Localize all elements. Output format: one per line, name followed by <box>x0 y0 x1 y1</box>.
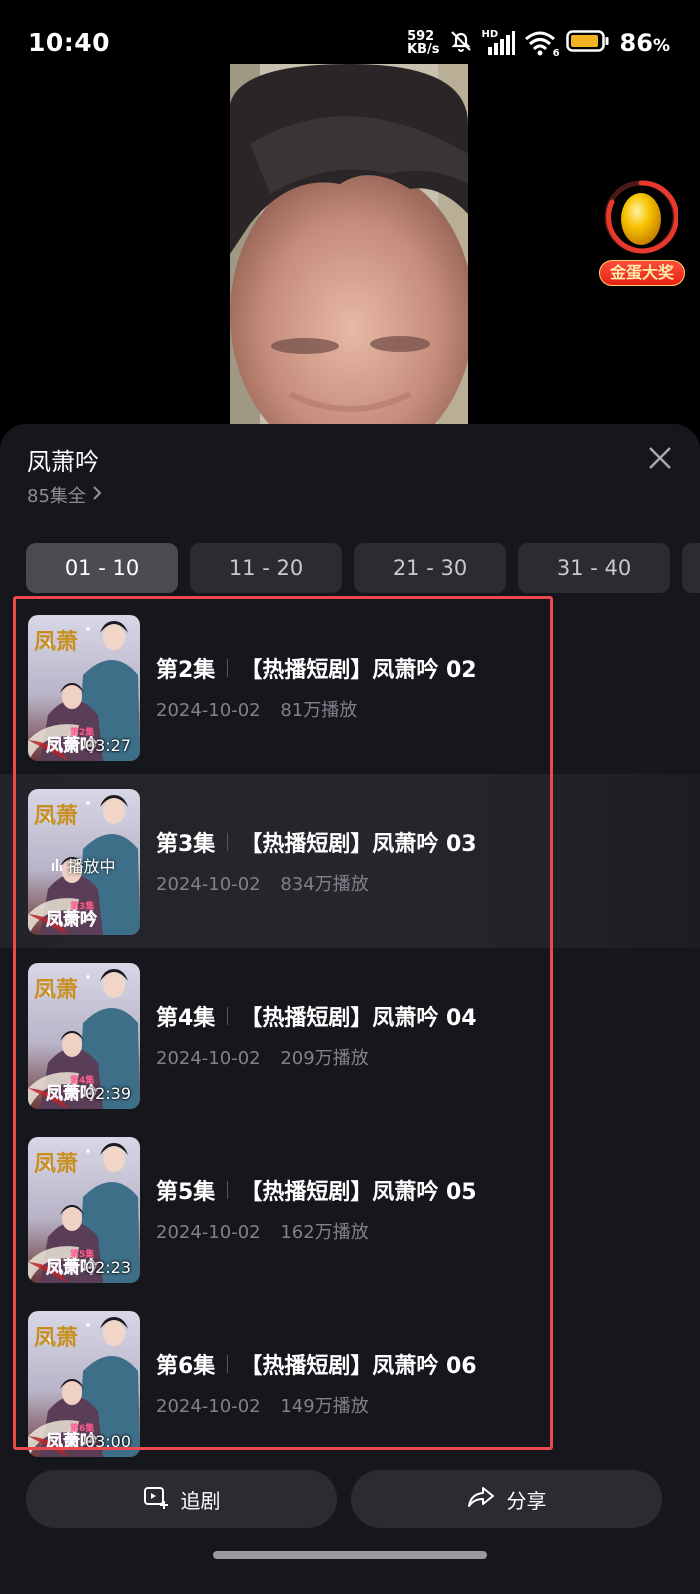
episode-duration: 03:27 <box>84 736 131 755</box>
episode-views: 209万播放 <box>280 1048 369 1069</box>
poster-calligraphy-text: 凤萧 <box>34 803 78 829</box>
share-icon <box>467 1485 495 1514</box>
episode-date: 2024-10-02 <box>156 1222 261 1243</box>
video-player[interactable] <box>230 64 468 424</box>
episode-row[interactable]: 凤萧 第3集 凤萧吟 播放中 第3集 【热播短剧】凤萧吟 03 2024-10-… <box>0 774 700 948</box>
golden-egg-label: 金蛋大奖 <box>599 260 685 286</box>
episode-title: 【热播短剧】凤萧吟 03 <box>240 832 477 857</box>
net-speed: 592 KB/s <box>407 30 439 56</box>
video-frame-image <box>230 64 468 424</box>
title-separator <box>227 659 229 677</box>
wifi-tag: 6 <box>552 48 560 59</box>
episode-date: 2024-10-02 <box>156 700 261 721</box>
range-tab-01-10[interactable]: 01 - 10 <box>26 543 178 593</box>
episode-number: 第4集 <box>156 1006 216 1031</box>
title-separator <box>227 1181 229 1199</box>
episode-title-line: 第3集 【热播短剧】凤萧吟 03 <box>156 826 477 858</box>
status-time: 10:40 <box>28 28 111 57</box>
sheet-title: 凤萧吟 <box>27 448 99 476</box>
episode-meta: 2024-10-02 162万播放 <box>156 1218 369 1244</box>
episode-meta: 2024-10-02 149万播放 <box>156 1392 369 1418</box>
episode-views: 162万播放 <box>280 1222 369 1243</box>
net-speed-unit: KB/s <box>407 42 440 57</box>
close-icon <box>647 445 673 475</box>
battery-icon <box>565 29 610 57</box>
poster-calligraphy-text: 凤萧 <box>34 1325 78 1351</box>
now-playing-indicator: 播放中 <box>28 853 140 877</box>
episode-duration: 02:23 <box>84 1258 131 1277</box>
golden-egg-icon <box>604 180 679 254</box>
episode-thumbnail: 凤萧 第2集 凤萧吟 03:27 <box>28 615 140 761</box>
episode-sheet: 凤萧吟 85集全 01 - 10 11 - 20 21 - 30 31 - 40 <box>0 424 700 1594</box>
episode-views: 149万播放 <box>280 1396 369 1417</box>
golden-egg-widget[interactable]: 金蛋大奖 <box>596 180 688 290</box>
episode-row[interactable]: 凤萧 第6集 凤萧吟 03:00 第6集 【热播短剧】凤萧吟 06 2024-1… <box>0 1296 700 1470</box>
add-to-list-icon <box>143 1484 169 1515</box>
follow-button[interactable]: 追剧 <box>26 1470 337 1528</box>
episode-thumbnail: 凤萧 第3集 凤萧吟 播放中 <box>28 789 140 935</box>
title-separator <box>227 1355 229 1373</box>
episode-meta: 2024-10-02 81万播放 <box>156 696 357 722</box>
episode-title-line: 第6集 【热播短剧】凤萧吟 06 <box>156 1348 477 1380</box>
status-icons: 592 KB/s HD 6 86% <box>407 26 670 60</box>
range-tab-21-30[interactable]: 21 - 30 <box>354 543 506 593</box>
episode-count-label: 85集全 <box>27 486 86 507</box>
follow-label: 追剧 <box>180 1488 221 1513</box>
episode-date: 2024-10-02 <box>156 874 261 895</box>
share-button[interactable]: 分享 <box>351 1470 662 1528</box>
episode-title: 【热播短剧】凤萧吟 04 <box>240 1006 477 1031</box>
share-label: 分享 <box>506 1488 547 1513</box>
episode-count-link[interactable]: 85集全 <box>27 482 104 508</box>
episode-row[interactable]: 凤萧 第4集 凤萧吟 02:39 第4集 【热播短剧】凤萧吟 04 2024-1… <box>0 948 700 1122</box>
home-indicator[interactable] <box>213 1551 487 1559</box>
episode-meta: 2024-10-02 834万播放 <box>156 870 369 896</box>
episode-date: 2024-10-02 <box>156 1396 261 1417</box>
episode-title-line: 第4集 【热播短剧】凤萧吟 04 <box>156 1000 477 1032</box>
chevron-right-icon <box>90 484 104 507</box>
episode-title: 【热播短剧】凤萧吟 06 <box>240 1354 477 1379</box>
bottom-actions: 追剧 分享 <box>26 1470 662 1528</box>
equalizer-icon <box>52 859 63 871</box>
cell-signal-icon: HD <box>482 29 516 57</box>
title-separator <box>227 833 229 851</box>
close-button[interactable] <box>640 440 680 480</box>
episode-thumbnail: 凤萧 第4集 凤萧吟 02:39 <box>28 963 140 1109</box>
poster-calligraphy-text: 凤萧 <box>34 977 78 1003</box>
episode-title: 【热播短剧】凤萧吟 05 <box>240 1180 477 1205</box>
episode-duration: 02:39 <box>84 1084 131 1103</box>
wifi-icon: 6 <box>524 29 560 59</box>
episode-date: 2024-10-02 <box>156 1048 261 1069</box>
episode-views: 834万播放 <box>280 874 369 895</box>
poster-calligraphy-text: 凤萧 <box>34 1151 78 1177</box>
episode-list: 凤萧 第2集 凤萧吟 03:27 第2集 【热播短剧】凤萧吟 02 2024-1… <box>0 600 700 1470</box>
mute-bell-icon <box>448 28 474 58</box>
poster-calligraphy-text: 凤萧 <box>34 629 78 655</box>
episode-row[interactable]: 凤萧 第2集 凤萧吟 03:27 第2集 【热播短剧】凤萧吟 02 2024-1… <box>0 600 700 774</box>
episode-thumbnail: 凤萧 第6集 凤萧吟 03:00 <box>28 1311 140 1457</box>
episode-meta: 2024-10-02 209万播放 <box>156 1044 369 1070</box>
range-tab-next[interactable] <box>682 543 700 593</box>
poster-title-text: 凤萧吟 <box>46 909 97 930</box>
battery-percent-value: 86 <box>619 29 653 57</box>
episode-views: 81万播放 <box>280 700 358 721</box>
episode-title: 【热播短剧】凤萧吟 02 <box>240 658 477 683</box>
title-separator <box>227 1007 229 1025</box>
episode-range-tabs: 01 - 10 11 - 20 21 - 30 31 - 40 <box>26 543 700 593</box>
battery-percent: 86% <box>620 29 670 57</box>
episode-number: 第6集 <box>156 1354 216 1379</box>
episode-row[interactable]: 凤萧 第5集 凤萧吟 02:23 第5集 【热播短剧】凤萧吟 05 2024-1… <box>0 1122 700 1296</box>
range-tab-11-20[interactable]: 11 - 20 <box>190 543 342 593</box>
battery-percent-suffix: % <box>652 36 670 56</box>
episode-thumbnail: 凤萧 第5集 凤萧吟 02:23 <box>28 1137 140 1283</box>
episode-number: 第5集 <box>156 1180 216 1205</box>
episode-title-line: 第2集 【热播短剧】凤萧吟 02 <box>156 652 477 684</box>
app-screen: 10:40 592 KB/s HD 6 86% 金蛋大奖 凤萧吟 85集全 01… <box>0 0 700 1594</box>
episode-duration: 03:00 <box>84 1432 131 1451</box>
episode-number: 第2集 <box>156 658 216 683</box>
range-tab-31-40[interactable]: 31 - 40 <box>518 543 670 593</box>
episode-number: 第3集 <box>156 832 216 857</box>
episode-title-line: 第5集 【热播短剧】凤萧吟 05 <box>156 1174 477 1206</box>
now-playing-label: 播放中 <box>67 857 116 876</box>
